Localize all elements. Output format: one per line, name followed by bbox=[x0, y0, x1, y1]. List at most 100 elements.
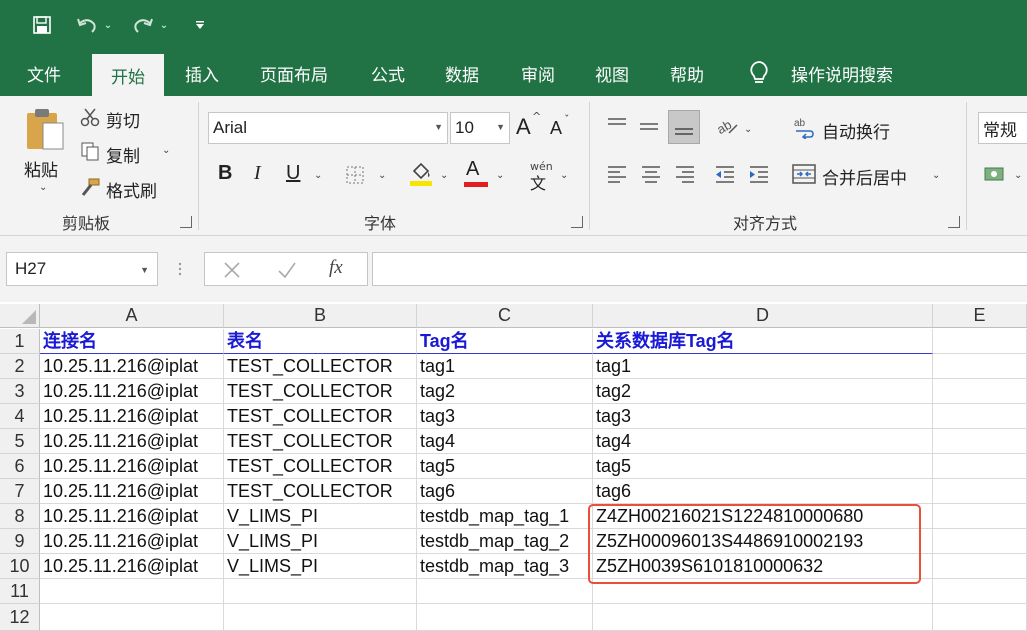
tab-formulas[interactable]: 公式 bbox=[358, 50, 418, 96]
copy-button[interactable]: 复制 bbox=[106, 142, 140, 167]
table-cell[interactable] bbox=[933, 404, 1027, 429]
row-header[interactable]: 1 bbox=[0, 329, 40, 354]
table-cell[interactable]: 10.25.11.216@iplat bbox=[40, 529, 224, 554]
tab-home[interactable]: 开始 bbox=[92, 54, 164, 96]
table-cell[interactable] bbox=[417, 604, 593, 631]
paste-icon[interactable] bbox=[20, 104, 70, 154]
table-header-cell[interactable]: Tag名 bbox=[417, 329, 593, 354]
table-cell[interactable]: testdb_map_tag_2 bbox=[417, 529, 593, 554]
table-cell[interactable] bbox=[933, 429, 1027, 454]
table-cell[interactable]: 10.25.11.216@iplat bbox=[40, 554, 224, 579]
row-header[interactable]: 12 bbox=[0, 604, 40, 631]
column-header-b[interactable]: B bbox=[224, 304, 417, 328]
number-format-combo[interactable]: 常规 bbox=[978, 112, 1027, 144]
row-header[interactable]: 8 bbox=[0, 504, 40, 529]
table-header-cell[interactable]: 表名 bbox=[224, 329, 417, 354]
underline-button[interactable]: U bbox=[286, 162, 300, 185]
table-cell[interactable] bbox=[933, 504, 1027, 529]
table-cell[interactable] bbox=[224, 604, 417, 631]
undo-dropdown-icon[interactable]: ⌄ bbox=[102, 11, 114, 39]
fill-color-dropdown-icon[interactable]: ⌄ bbox=[440, 170, 448, 181]
table-header-cell[interactable]: 关系数据库Tag名 bbox=[593, 329, 933, 354]
table-cell[interactable]: V_LIMS_PI bbox=[224, 554, 417, 579]
tab-data[interactable]: 数据 bbox=[432, 50, 492, 96]
column-header-d[interactable]: D bbox=[593, 304, 933, 328]
table-cell[interactable]: tag5 bbox=[593, 454, 933, 479]
merge-center-button[interactable]: 合并后居中 bbox=[822, 164, 907, 189]
table-cell[interactable] bbox=[933, 579, 1027, 604]
redo-dropdown-icon[interactable]: ⌄ bbox=[158, 11, 170, 39]
table-cell[interactable]: tag2 bbox=[593, 379, 933, 404]
align-bottom-icon[interactable] bbox=[668, 110, 700, 144]
table-cell[interactable]: TEST_COLLECTOR bbox=[224, 429, 417, 454]
merge-dropdown-icon[interactable]: ⌄ bbox=[932, 170, 940, 181]
name-box[interactable]: H27 ▼ bbox=[6, 252, 158, 286]
font-launcher-icon[interactable] bbox=[571, 216, 583, 228]
undo-icon[interactable] bbox=[72, 11, 102, 39]
clipboard-launcher-icon[interactable] bbox=[180, 216, 192, 228]
alignment-launcher-icon[interactable] bbox=[948, 216, 960, 228]
paste-button[interactable]: 粘贴 bbox=[24, 156, 58, 181]
row-header[interactable]: 5 bbox=[0, 429, 40, 454]
table-header-cell[interactable] bbox=[933, 329, 1027, 354]
table-cell[interactable]: tag5 bbox=[417, 454, 593, 479]
table-cell[interactable]: testdb_map_tag_1 bbox=[417, 504, 593, 529]
cut-button[interactable]: 剪切 bbox=[106, 107, 140, 132]
table-cell[interactable]: Z5ZH0039S6101810000632 bbox=[593, 554, 933, 579]
table-cell[interactable]: 10.25.11.216@iplat bbox=[40, 504, 224, 529]
formula-input[interactable] bbox=[372, 252, 1027, 286]
tab-view[interactable]: 视图 bbox=[582, 50, 642, 96]
redo-icon[interactable] bbox=[128, 11, 158, 39]
table-cell[interactable] bbox=[417, 579, 593, 604]
align-center-icon[interactable] bbox=[638, 160, 664, 188]
phonetic-dropdown-icon[interactable]: ⌄ bbox=[560, 170, 568, 181]
phonetic-guide-button[interactable]: 文 bbox=[530, 170, 546, 194]
column-header-c[interactable]: C bbox=[417, 304, 593, 328]
font-size-combo[interactable]: 10 ▼ bbox=[450, 112, 510, 144]
borders-icon[interactable] bbox=[344, 164, 366, 186]
table-header-cell[interactable]: 连接名 bbox=[40, 329, 224, 354]
fill-color-icon[interactable] bbox=[408, 160, 434, 188]
table-cell[interactable] bbox=[40, 579, 224, 604]
table-cell[interactable]: TEST_COLLECTOR bbox=[224, 379, 417, 404]
tab-file[interactable]: 文件 bbox=[14, 50, 74, 96]
table-cell[interactable]: tag2 bbox=[417, 379, 593, 404]
table-cell[interactable]: tag1 bbox=[417, 354, 593, 379]
table-cell[interactable]: TEST_COLLECTOR bbox=[224, 404, 417, 429]
table-cell[interactable]: Z5ZH00096013S4486910002193 bbox=[593, 529, 933, 554]
wrap-text-button[interactable]: 自动换行 bbox=[822, 118, 890, 143]
table-cell[interactable]: tag6 bbox=[417, 479, 593, 504]
align-top-icon[interactable] bbox=[604, 112, 630, 140]
table-cell[interactable]: 10.25.11.216@iplat bbox=[40, 479, 224, 504]
table-cell[interactable]: TEST_COLLECTOR bbox=[224, 454, 417, 479]
row-header[interactable]: 7 bbox=[0, 479, 40, 504]
bold-button[interactable]: B bbox=[218, 162, 232, 185]
tab-review[interactable]: 审阅 bbox=[508, 50, 568, 96]
borders-dropdown-icon[interactable]: ⌄ bbox=[378, 170, 386, 181]
format-painter-icon[interactable] bbox=[78, 176, 102, 198]
font-color-button[interactable]: A bbox=[466, 158, 479, 181]
table-cell[interactable]: tag6 bbox=[593, 479, 933, 504]
table-cell[interactable]: TEST_COLLECTOR bbox=[224, 354, 417, 379]
table-cell[interactable]: tag3 bbox=[417, 404, 593, 429]
table-cell[interactable]: 10.25.11.216@iplat bbox=[40, 429, 224, 454]
align-middle-icon[interactable] bbox=[636, 112, 662, 140]
enter-check-icon[interactable] bbox=[277, 261, 297, 283]
insert-function-button[interactable]: fx bbox=[329, 257, 343, 279]
row-header[interactable]: 6 bbox=[0, 454, 40, 479]
shrink-font-button[interactable]: A bbox=[550, 118, 562, 139]
drag-handle-icon[interactable] bbox=[178, 262, 182, 276]
accounting-format-icon[interactable] bbox=[982, 162, 1008, 186]
table-cell[interactable]: 10.25.11.216@iplat bbox=[40, 379, 224, 404]
table-cell[interactable]: V_LIMS_PI bbox=[224, 504, 417, 529]
font-color-dropdown-icon[interactable]: ⌄ bbox=[496, 170, 504, 181]
table-cell[interactable] bbox=[593, 604, 933, 631]
table-cell[interactable] bbox=[933, 354, 1027, 379]
customize-toolbar-icon[interactable] bbox=[190, 11, 210, 39]
tab-page-layout[interactable]: 页面布局 bbox=[248, 50, 340, 96]
table-cell[interactable] bbox=[933, 554, 1027, 579]
table-cell[interactable]: tag3 bbox=[593, 404, 933, 429]
tab-help[interactable]: 帮助 bbox=[657, 50, 717, 96]
merge-center-icon[interactable] bbox=[792, 162, 816, 186]
tab-insert[interactable]: 插入 bbox=[172, 50, 232, 96]
